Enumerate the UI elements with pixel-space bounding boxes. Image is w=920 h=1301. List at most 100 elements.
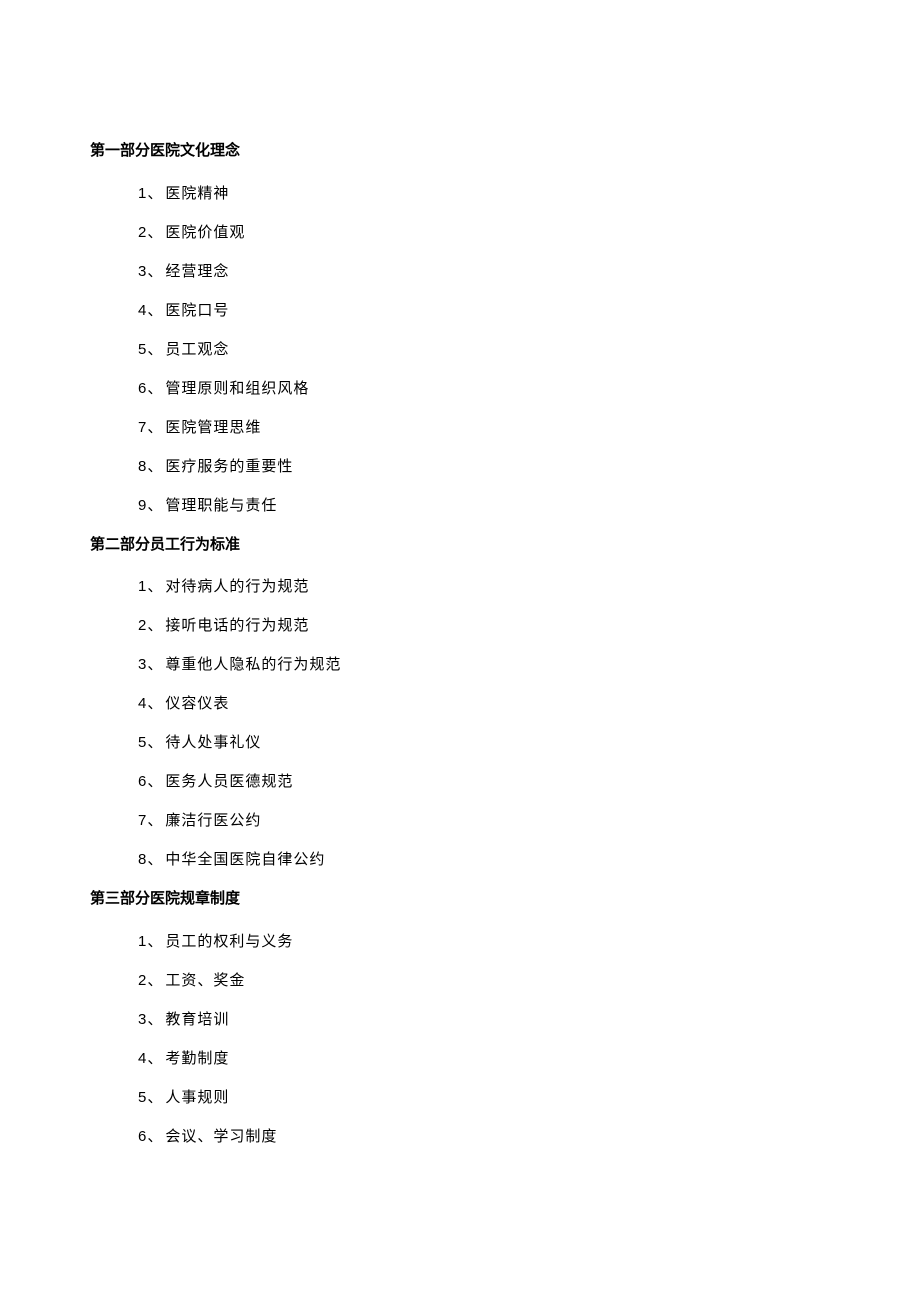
- item-separator: 、: [147, 380, 163, 397]
- item-separator: 、: [147, 773, 163, 790]
- item-separator: 、: [147, 972, 163, 989]
- item-text: 医院管理思维: [165, 419, 261, 436]
- list-item: 1、员工的权利与义务: [138, 931, 830, 952]
- list-item: 8、中华全国医院自律公约: [138, 849, 830, 870]
- list-item: 4、仪容仪表: [138, 693, 830, 714]
- item-text: 管理职能与责任: [165, 497, 277, 514]
- item-text: 医院价值观: [165, 224, 245, 241]
- list-item: 4、医院口号: [138, 300, 830, 321]
- item-number: 9: [138, 497, 147, 514]
- item-separator: 、: [147, 578, 163, 595]
- item-separator: 、: [147, 224, 163, 241]
- item-separator: 、: [147, 341, 163, 358]
- item-separator: 、: [147, 1128, 163, 1145]
- item-separator: 、: [147, 497, 163, 514]
- item-number: 2: [138, 617, 147, 634]
- list-item: 7、医院管理思维: [138, 417, 830, 438]
- item-separator: 、: [147, 263, 163, 280]
- item-text: 医务人员医德规范: [165, 773, 293, 790]
- section-title-3: 第三部分医院规章制度: [90, 888, 830, 911]
- list-item: 8、医疗服务的重要性: [138, 456, 830, 477]
- item-text: 中华全国医院自律公约: [165, 851, 325, 868]
- item-separator: 、: [147, 933, 163, 950]
- item-text: 工资、奖金: [165, 972, 245, 989]
- item-text: 考勤制度: [165, 1050, 229, 1067]
- section-title-2: 第二部分员工行为标准: [90, 534, 830, 557]
- section-1: 第一部分医院文化理念 1、医院精神 2、医院价值观 3、经营理念 4、医院口号 …: [90, 140, 830, 516]
- item-separator: 、: [147, 1011, 163, 1028]
- list-item: 1、对待病人的行为规范: [138, 576, 830, 597]
- list-item: 3、经营理念: [138, 261, 830, 282]
- item-number: 6: [138, 1128, 147, 1145]
- item-text: 人事规则: [165, 1089, 229, 1106]
- item-separator: 、: [147, 1089, 163, 1106]
- item-text: 管理原则和组织风格: [165, 380, 309, 397]
- item-number: 1: [138, 578, 147, 595]
- item-text: 接听电话的行为规范: [165, 617, 309, 634]
- list-item: 5、员工观念: [138, 339, 830, 360]
- item-separator: 、: [147, 812, 163, 829]
- item-text: 对待病人的行为规范: [165, 578, 309, 595]
- item-text: 待人处事礼仪: [165, 734, 261, 751]
- item-number: 4: [138, 695, 147, 712]
- item-number: 6: [138, 773, 147, 790]
- list-item: 2、接听电话的行为规范: [138, 615, 830, 636]
- document-content: 第一部分医院文化理念 1、医院精神 2、医院价值观 3、经营理念 4、医院口号 …: [90, 140, 830, 1147]
- list-item: 3、教育培训: [138, 1009, 830, 1030]
- item-text: 仪容仪表: [165, 695, 229, 712]
- item-number: 3: [138, 656, 147, 673]
- item-separator: 、: [147, 185, 163, 202]
- item-number: 1: [138, 933, 147, 950]
- section-3: 第三部分医院规章制度 1、员工的权利与义务 2、工资、奖金 3、教育培训 4、考…: [90, 888, 830, 1147]
- section-2: 第二部分员工行为标准 1、对待病人的行为规范 2、接听电话的行为规范 3、尊重他…: [90, 534, 830, 871]
- item-number: 3: [138, 1011, 147, 1028]
- item-number: 5: [138, 734, 147, 751]
- list-item: 9、管理职能与责任: [138, 495, 830, 516]
- item-separator: 、: [147, 734, 163, 751]
- item-list-1: 1、医院精神 2、医院价值观 3、经营理念 4、医院口号 5、员工观念 6、管理…: [90, 183, 830, 516]
- list-item: 5、待人处事礼仪: [138, 732, 830, 753]
- item-text: 医院口号: [165, 302, 229, 319]
- item-text: 教育培训: [165, 1011, 229, 1028]
- list-item: 6、会议、学习制度: [138, 1126, 830, 1147]
- list-item: 6、管理原则和组织风格: [138, 378, 830, 399]
- item-list-3: 1、员工的权利与义务 2、工资、奖金 3、教育培训 4、考勤制度 5、人事规则 …: [90, 931, 830, 1147]
- list-item: 7、廉洁行医公约: [138, 810, 830, 831]
- item-separator: 、: [147, 656, 163, 673]
- item-number: 7: [138, 419, 147, 436]
- item-text: 经营理念: [165, 263, 229, 280]
- list-item: 3、尊重他人隐私的行为规范: [138, 654, 830, 675]
- item-number: 8: [138, 851, 147, 868]
- item-text: 会议、学习制度: [165, 1128, 277, 1145]
- item-number: 8: [138, 458, 147, 475]
- item-list-2: 1、对待病人的行为规范 2、接听电话的行为规范 3、尊重他人隐私的行为规范 4、…: [90, 576, 830, 870]
- item-text: 医疗服务的重要性: [165, 458, 293, 475]
- item-number: 3: [138, 263, 147, 280]
- item-number: 5: [138, 341, 147, 358]
- item-number: 6: [138, 380, 147, 397]
- item-text: 廉洁行医公约: [165, 812, 261, 829]
- item-separator: 、: [147, 419, 163, 436]
- item-text: 员工的权利与义务: [165, 933, 293, 950]
- item-separator: 、: [147, 302, 163, 319]
- item-number: 1: [138, 185, 147, 202]
- section-title-1: 第一部分医院文化理念: [90, 140, 830, 163]
- list-item: 5、人事规则: [138, 1087, 830, 1108]
- item-number: 5: [138, 1089, 147, 1106]
- item-text: 员工观念: [165, 341, 229, 358]
- item-separator: 、: [147, 1050, 163, 1067]
- list-item: 6、医务人员医德规范: [138, 771, 830, 792]
- item-text: 尊重他人隐私的行为规范: [165, 656, 341, 673]
- list-item: 2、医院价值观: [138, 222, 830, 243]
- item-separator: 、: [147, 851, 163, 868]
- list-item: 2、工资、奖金: [138, 970, 830, 991]
- item-number: 4: [138, 1050, 147, 1067]
- list-item: 4、考勤制度: [138, 1048, 830, 1069]
- item-number: 4: [138, 302, 147, 319]
- item-text: 医院精神: [165, 185, 229, 202]
- item-number: 7: [138, 812, 147, 829]
- item-separator: 、: [147, 458, 163, 475]
- item-separator: 、: [147, 695, 163, 712]
- item-separator: 、: [147, 617, 163, 634]
- item-number: 2: [138, 224, 147, 241]
